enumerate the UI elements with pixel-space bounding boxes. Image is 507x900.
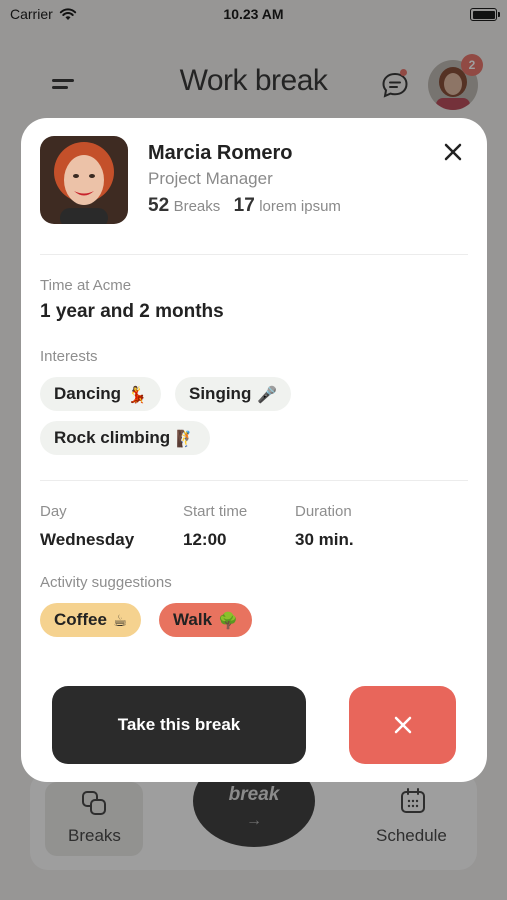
- time-at-value: 1 year and 2 months: [40, 301, 224, 322]
- climber-icon: 🧗: [176, 428, 197, 448]
- suggestion-chip-coffee[interactable]: Coffee ☕: [40, 603, 142, 637]
- profile-stats: 52 Breaks 17 lorem ipsum: [148, 195, 341, 217]
- tree-icon: 🌳: [218, 610, 238, 630]
- divider: [40, 480, 468, 481]
- suggestion-chip-walk[interactable]: Walk 🌳: [159, 603, 252, 637]
- breaks-count: 52: [148, 195, 170, 216]
- other-count: 17: [233, 195, 255, 216]
- close-icon[interactable]: [441, 140, 465, 164]
- interest-chip-singing[interactable]: Singing 🎤: [175, 377, 292, 411]
- coffee-icon: ☕: [112, 610, 128, 630]
- microphone-icon: 🎤: [257, 384, 278, 404]
- interest-chip-rock-climbing[interactable]: Rock climbing 🧗: [40, 421, 211, 455]
- breaks-count-label: Breaks: [173, 198, 221, 215]
- suggestion-chip-label: Coffee: [54, 610, 107, 629]
- profile-name: Marcia Romero: [148, 142, 293, 164]
- start-time-label: Start time: [183, 503, 248, 520]
- dismiss-button[interactable]: [349, 686, 456, 764]
- close-icon: [394, 716, 411, 734]
- take-break-button[interactable]: Take this break: [52, 686, 306, 764]
- time-at-label: Time at Acme: [40, 277, 132, 294]
- interest-chip-label: Dancing: [54, 384, 122, 403]
- day-label: Day: [40, 503, 67, 520]
- interest-chip-label: Singing: [189, 384, 252, 403]
- duration-label: Duration: [295, 503, 352, 520]
- interest-chip-label: Rock climbing: [54, 428, 171, 447]
- other-count-label: lorem ipsum: [259, 198, 341, 215]
- profile-role: Project Manager: [148, 169, 273, 188]
- interest-chip-dancing[interactable]: Dancing 💃: [40, 377, 161, 411]
- suggestion-chip-label: Walk: [173, 610, 213, 629]
- dancer-icon: 💃: [127, 384, 147, 404]
- interests-label: Interests: [40, 348, 98, 365]
- duration-value: 30 min.: [295, 530, 354, 549]
- profile-photo: [40, 136, 128, 224]
- start-time-value: 12:00: [183, 530, 227, 549]
- day-value: Wednesday: [40, 530, 135, 549]
- divider: [40, 254, 468, 255]
- suggestions-label: Activity suggestions: [40, 574, 172, 591]
